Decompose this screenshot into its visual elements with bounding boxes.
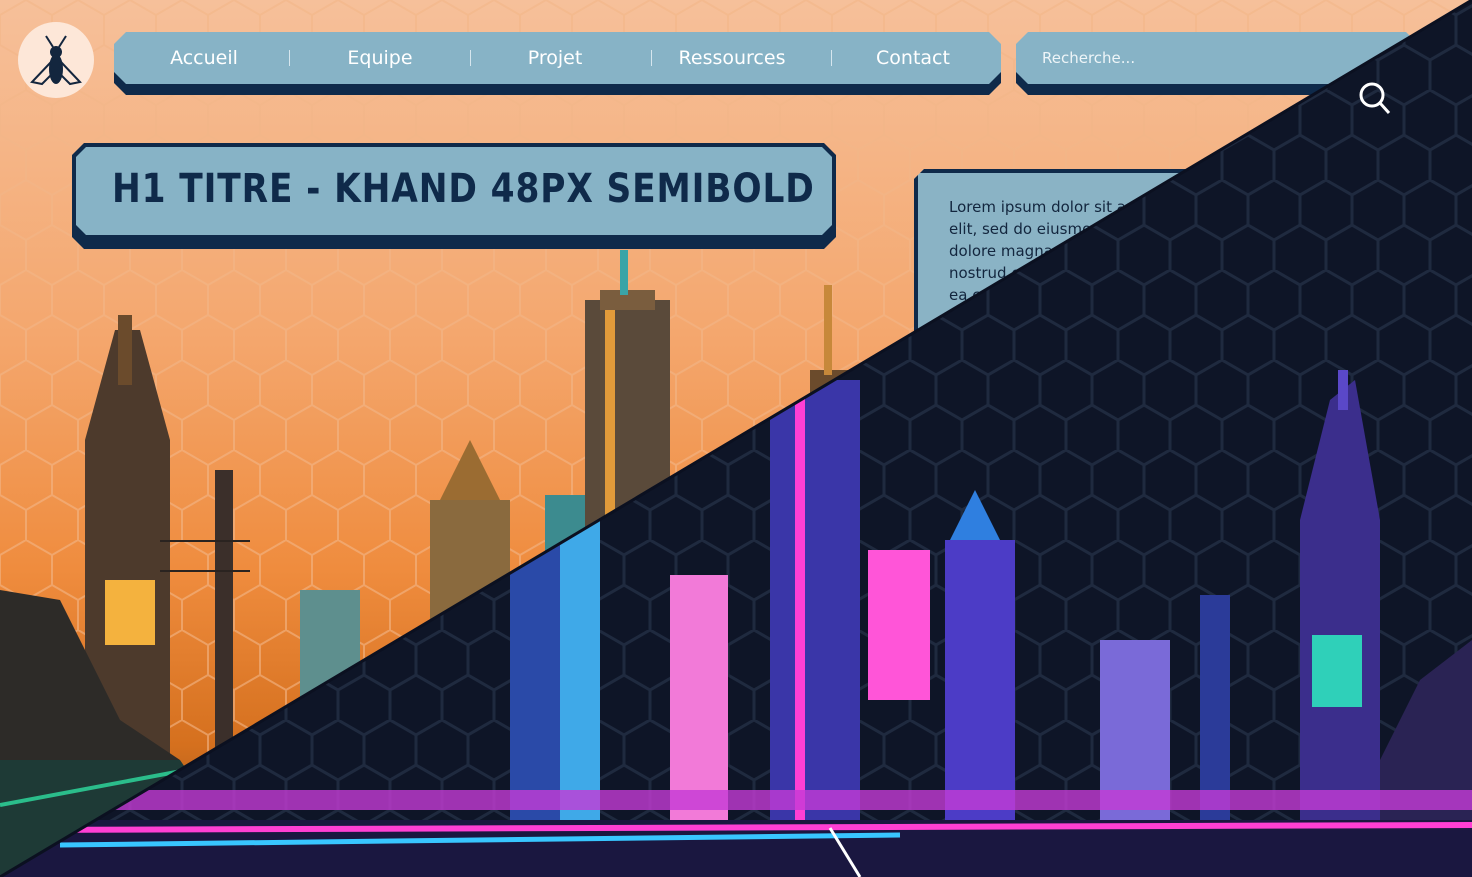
theme-comparison-stage: Accueil Equipe Projet Ressources Contact… xyxy=(0,0,1472,877)
nav-item-projet[interactable]: Projet xyxy=(495,32,615,84)
nav-item-accueil[interactable]: Accueil xyxy=(144,32,264,84)
nav-item-equipe[interactable]: Equipe xyxy=(320,32,440,84)
nav-item-ressources[interactable]: Ressources xyxy=(662,32,802,84)
nav-separator xyxy=(831,50,832,66)
nav-separator xyxy=(289,50,290,66)
card-border-left xyxy=(914,169,918,339)
page-title: H1 TITRE - KHAND 48PX SEMIBOLD xyxy=(112,166,815,212)
search-icon[interactable] xyxy=(1356,80,1396,120)
page-title-box: H1 TITRE - KHAND 48PX SEMIBOLD xyxy=(72,143,836,249)
wasp-icon xyxy=(30,35,82,86)
logo-badge[interactable] xyxy=(18,22,94,98)
card-text: Lorem ipsum dolor sit amet, consectetur … xyxy=(949,198,1349,304)
search-input[interactable] xyxy=(1040,44,1344,72)
nav-separator xyxy=(470,50,471,66)
card-border-top xyxy=(914,169,1472,173)
nav-item-contact[interactable]: Contact xyxy=(853,32,973,84)
search-box xyxy=(1016,32,1418,115)
text-card: Lorem ipsum dolor sit amet, consectetur … xyxy=(914,169,1472,339)
main-navigation: Accueil Equipe Projet Ressources Contact xyxy=(114,32,1001,95)
nav-separator xyxy=(651,50,652,66)
